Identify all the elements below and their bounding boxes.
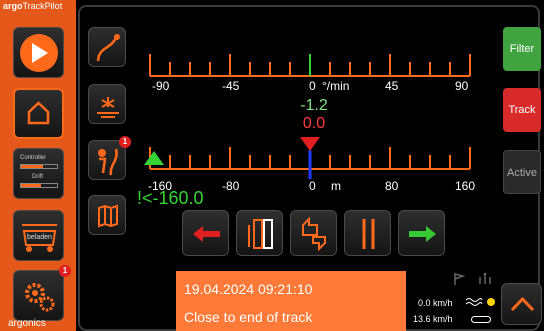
message-text: Close to end of track — [184, 309, 313, 325]
shovel-tools-icon — [362, 219, 375, 249]
play-icon — [20, 34, 58, 72]
gps-dot-icon — [487, 298, 495, 306]
offset-value: 0.0 — [302, 115, 326, 132]
limit-marker — [144, 151, 164, 165]
speed2-text: 13.6 km/h — [413, 314, 453, 324]
curve-track-button[interactable] — [88, 27, 126, 67]
filter-button[interactable]: Filter — [503, 27, 541, 71]
offset-scale — [144, 137, 471, 179]
offset-label-80: 80 — [385, 179, 399, 193]
wave-icon — [465, 298, 483, 306]
offset-label-160: 160 — [455, 179, 476, 193]
rate-scale — [149, 54, 471, 77]
rate-value: -1.2 — [300, 97, 328, 114]
offset-marker — [300, 137, 320, 151]
arrow-right-button[interactable] — [398, 210, 445, 256]
controller-bar — [20, 164, 58, 169]
rate-label-n90: -90 — [152, 79, 170, 93]
home-button[interactable] — [13, 88, 64, 139]
brand-footer: argonics — [8, 318, 46, 329]
person-curve-badge: 1 — [119, 136, 131, 148]
controller-drift-button[interactable]: Controller Drift — [13, 148, 64, 199]
thumbs-button[interactable] — [290, 210, 337, 256]
chevron-up-icon — [510, 296, 535, 312]
expand-up-button[interactable] — [501, 283, 542, 325]
offset-unit: m — [331, 179, 341, 193]
home-icon — [27, 101, 50, 125]
gears-icon — [25, 283, 55, 312]
active-button[interactable]: Active — [503, 150, 541, 194]
settings-badge: 1 — [59, 265, 71, 277]
tramline-button[interactable] — [236, 210, 283, 256]
sun-field-icon — [97, 97, 119, 118]
controller-label: Controller — [20, 155, 47, 161]
offset-limit-text: !<-160.0 — [137, 188, 204, 208]
curve-track-icon — [96, 34, 120, 62]
arrow-right-icon — [409, 226, 436, 242]
settings-button[interactable]: 1 — [13, 265, 71, 321]
message-box: 19.04.2024 09:21:10 Close to end of trac… — [176, 271, 406, 331]
rate-unit: °/min — [322, 79, 350, 93]
rate-label-0: 0 — [309, 79, 316, 93]
drift-bar — [20, 183, 58, 188]
arrow-left-icon — [193, 226, 220, 242]
shovel-tools-button[interactable] — [344, 210, 391, 256]
arrow-left-button[interactable] — [182, 210, 229, 256]
sun-field-button[interactable] — [88, 84, 126, 124]
beladen-label: beladen — [27, 234, 52, 241]
flag-icon — [454, 273, 466, 285]
rate-label-45: 45 — [385, 79, 399, 93]
signal-icon — [479, 272, 491, 284]
offset-label-n80: -80 — [222, 179, 240, 193]
thumbs-icon — [302, 216, 326, 252]
offset-label-0: 0 — [309, 179, 316, 193]
person-curve-button[interactable]: 1 — [88, 136, 131, 180]
speed1-text: 0.0 km/h — [418, 298, 453, 308]
brand-title: argoTrackPilot — [3, 1, 63, 11]
track-button[interactable]: Track — [503, 88, 541, 132]
map-icon — [98, 204, 118, 228]
rate-label-90: 90 — [455, 79, 469, 93]
message-timestamp: 19.04.2024 09:21:10 — [184, 281, 313, 297]
tramline-icon — [248, 219, 273, 249]
play-button[interactable] — [13, 27, 64, 78]
wheel-speed-icon — [471, 316, 491, 323]
drift-label: Drift — [32, 174, 43, 180]
rate-label-n45: -45 — [222, 79, 240, 93]
beladen-button[interactable]: beladen — [13, 210, 64, 261]
map-button[interactable] — [88, 195, 126, 235]
